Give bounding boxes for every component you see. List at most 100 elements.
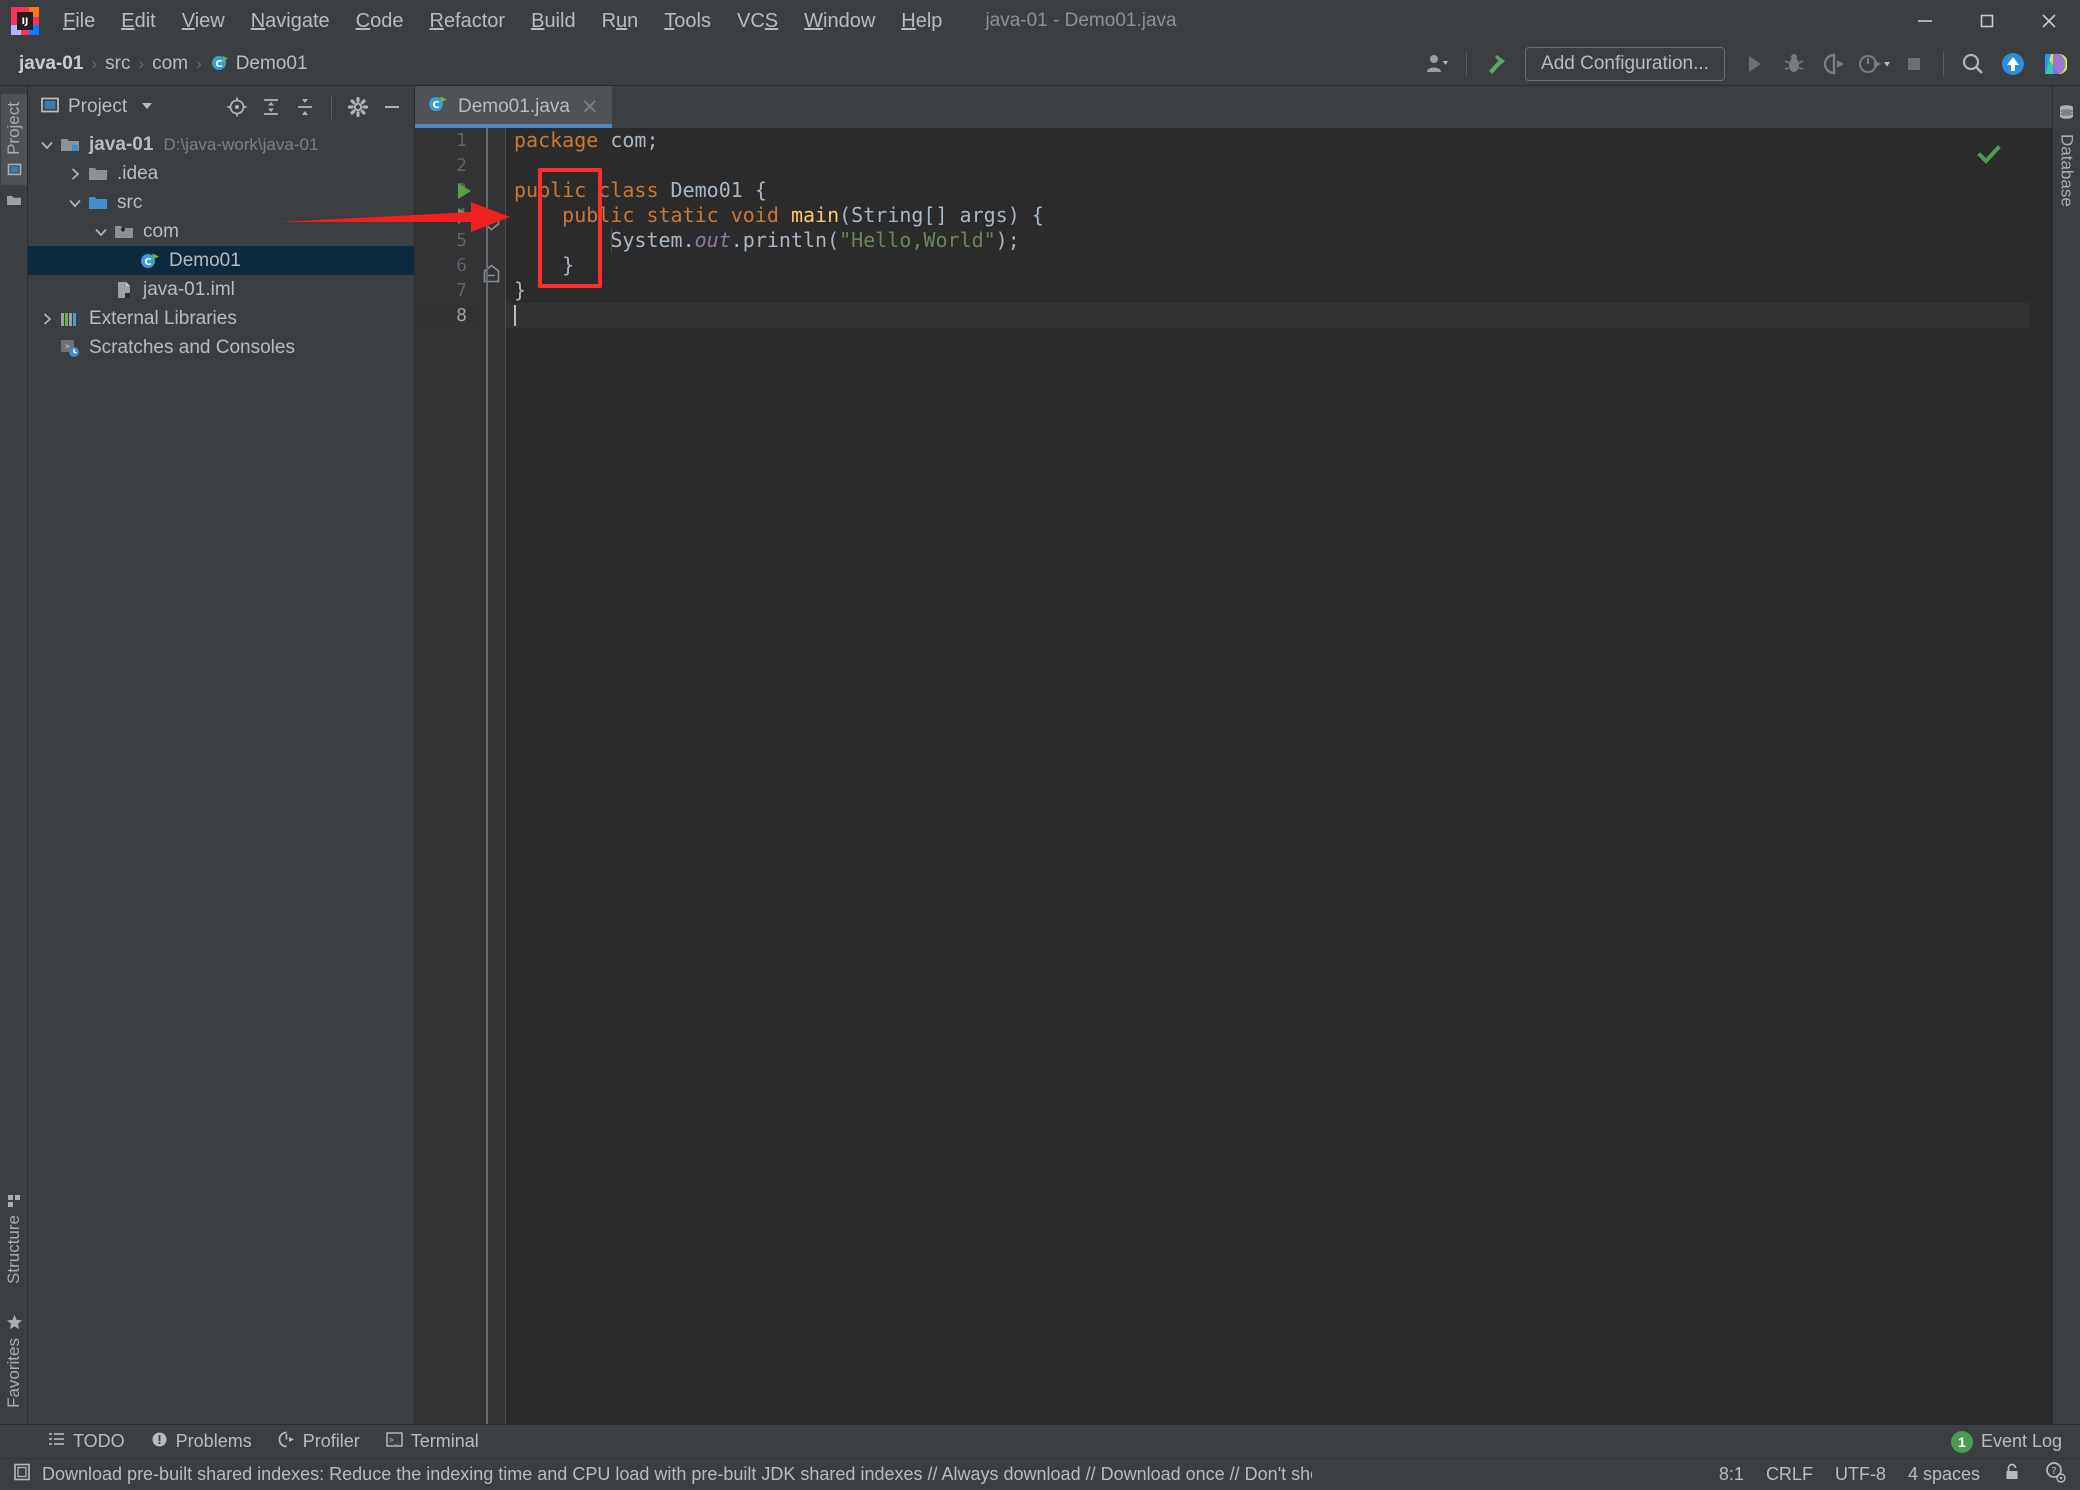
main-body: Project Structure Favorites Project java… [0, 86, 2080, 1424]
tool-window-problems[interactable]: Problems [151, 1431, 252, 1453]
file-encoding[interactable]: UTF-8 [1835, 1464, 1886, 1485]
sidebar-favorites-label: Favorites [3, 1338, 23, 1408]
gutter-row: 4 [415, 203, 477, 228]
run-with-coverage-icon[interactable] [1815, 45, 1853, 83]
menu-view[interactable]: View [169, 5, 238, 38]
code-line-1[interactable]: package com; [506, 128, 2030, 153]
scratches-icon: >_ [58, 338, 82, 358]
sidebar-item-structure[interactable]: Structure [1, 1185, 27, 1292]
menu-help[interactable]: Help [888, 5, 955, 38]
menu-vcs[interactable]: VCS [724, 5, 791, 38]
tree-node-demo01[interactable]: C Demo01 [28, 246, 414, 275]
settings-gear-icon[interactable] [342, 91, 374, 123]
chevron-down-icon[interactable] [36, 138, 58, 152]
tree-node-com[interactable]: com [28, 217, 414, 246]
hide-panel-icon[interactable] [376, 91, 408, 123]
code-line-6[interactable]: } [506, 253, 2030, 278]
code-line-5[interactable]: System.out.println("Hello,World"); [506, 228, 2030, 253]
java-class-icon: C [210, 53, 230, 73]
menu-build[interactable]: Build [518, 5, 588, 38]
chevron-down-icon[interactable] [139, 97, 155, 118]
editor-area: C Demo01.java ✕ 1 2 3 4 5 6 7 8 package … [415, 86, 2052, 1424]
code-line-3[interactable]: public class Demo01 { [506, 178, 2030, 203]
editor-fold-column[interactable] [477, 128, 505, 1424]
tree-node-external-libraries[interactable]: External Libraries [28, 304, 414, 333]
editor-gutter[interactable]: 1 2 3 4 5 6 7 8 [415, 128, 477, 1424]
code-line-4[interactable]: public static void main(String[] args) { [506, 203, 2030, 228]
breadcrumb-item-com[interactable]: com [147, 51, 193, 77]
search-everywhere-icon[interactable] [1954, 45, 1992, 83]
tool-window-terminal[interactable]: >_ Terminal [386, 1431, 479, 1453]
tree-node-idea[interactable]: .idea [28, 159, 414, 188]
indent-setting[interactable]: 4 spaces [1908, 1464, 1980, 1485]
tool-window-todo[interactable]: TODO [48, 1431, 125, 1453]
chevron-right-icon[interactable] [64, 167, 86, 181]
chevron-down-icon[interactable] [64, 196, 86, 210]
sidebar-item-database[interactable]: Database [2054, 96, 2080, 215]
menu-file[interactable]: File [50, 5, 108, 38]
collapse-all-icon[interactable] [289, 91, 321, 123]
tree-node-iml[interactable]: java-01.iml [28, 275, 414, 304]
debug-icon[interactable] [1775, 45, 1813, 83]
minimize-button[interactable] [1894, 0, 1956, 42]
build-hammer-icon[interactable] [1477, 45, 1515, 83]
run-icon[interactable] [1735, 45, 1773, 83]
menu-navigate[interactable]: Navigate [238, 5, 343, 38]
menu-run[interactable]: Run [589, 5, 652, 38]
inspections-ok-checkmark-icon[interactable] [1976, 142, 2002, 175]
folder-icon [86, 165, 110, 183]
line-number: 7 [456, 280, 467, 301]
breadcrumb-item-src[interactable]: src [100, 51, 135, 77]
menu-edit[interactable]: Edit [108, 5, 168, 38]
close-button[interactable] [2018, 0, 2080, 42]
project-tree[interactable]: java-01 D:\java-work\java-01 .idea src c… [28, 128, 414, 1424]
tree-node-scratches[interactable]: >_ Scratches and Consoles [28, 333, 414, 362]
star-icon [4, 1314, 24, 1331]
code-line-8[interactable] [506, 303, 2030, 328]
update-project-icon[interactable] [1994, 45, 2032, 83]
notification-icon[interactable] [12, 1462, 32, 1487]
sidebar-item-project[interactable]: Project [0, 94, 27, 185]
chevron-right-icon[interactable] [36, 312, 58, 326]
run-class-gutter-icon[interactable] [458, 182, 471, 199]
add-configuration-button[interactable]: Add Configuration... [1525, 47, 1725, 81]
inspection-level-icon[interactable]: ? [2044, 1461, 2066, 1488]
menu-code[interactable]: Code [343, 5, 417, 38]
menu-window[interactable]: Window [791, 5, 888, 38]
code-text-area[interactable]: package com; public class Demo01 { publi… [505, 128, 2030, 1424]
ide-plugin-icon[interactable] [2034, 45, 2072, 83]
breadcrumb-item-project[interactable]: java-01 [14, 51, 88, 77]
caret-position[interactable]: 8:1 [1719, 1464, 1744, 1485]
sidebar-item-folder[interactable] [1, 185, 27, 217]
chevron-down-icon[interactable] [90, 225, 112, 239]
event-log-button[interactable]: 1 Event Log [1950, 1430, 2062, 1453]
tree-label: Demo01 [169, 249, 241, 271]
code-editor[interactable]: 1 2 3 4 5 6 7 8 package com; public clas… [415, 128, 2052, 1424]
code-line-2[interactable] [506, 153, 2030, 178]
breadcrumb-item-class[interactable]: C Demo01 [205, 51, 313, 77]
code-line-7[interactable]: } [506, 278, 2030, 303]
breadcrumb: java-01 › src › com › C Demo01 [14, 51, 313, 77]
run-main-gutter-icon[interactable] [458, 207, 471, 224]
tree-node-java-01[interactable]: java-01 D:\java-work\java-01 [28, 130, 414, 159]
editor-tab-demo01[interactable]: C Demo01.java ✕ [415, 86, 612, 128]
user-account-icon[interactable] [1418, 45, 1456, 83]
expand-all-icon[interactable] [255, 91, 287, 123]
maximize-button[interactable] [1956, 0, 2018, 42]
tool-window-profiler[interactable]: Profiler [278, 1431, 360, 1453]
editor-scrollbar[interactable] [2030, 128, 2052, 1424]
close-icon[interactable]: ✕ [579, 97, 601, 118]
stop-icon[interactable] [1895, 45, 1933, 83]
profiler-icon [278, 1431, 295, 1453]
line-separator[interactable]: CRLF [1766, 1464, 1813, 1485]
status-message[interactable]: Download pre-built shared indexes: Reduc… [42, 1464, 1312, 1485]
tree-label: com [143, 220, 179, 242]
tree-node-src[interactable]: src [28, 188, 414, 217]
menu-tools[interactable]: Tools [651, 5, 724, 38]
editor-tabs: C Demo01.java ✕ [415, 86, 2052, 128]
read-only-lock-icon[interactable] [2002, 1462, 2022, 1487]
locate-in-tree-icon[interactable] [221, 91, 253, 123]
menu-refactor[interactable]: Refactor [416, 5, 518, 38]
sidebar-item-favorites[interactable]: Favorites [1, 1306, 27, 1416]
profiler-dropdown-icon[interactable] [1855, 45, 1893, 83]
